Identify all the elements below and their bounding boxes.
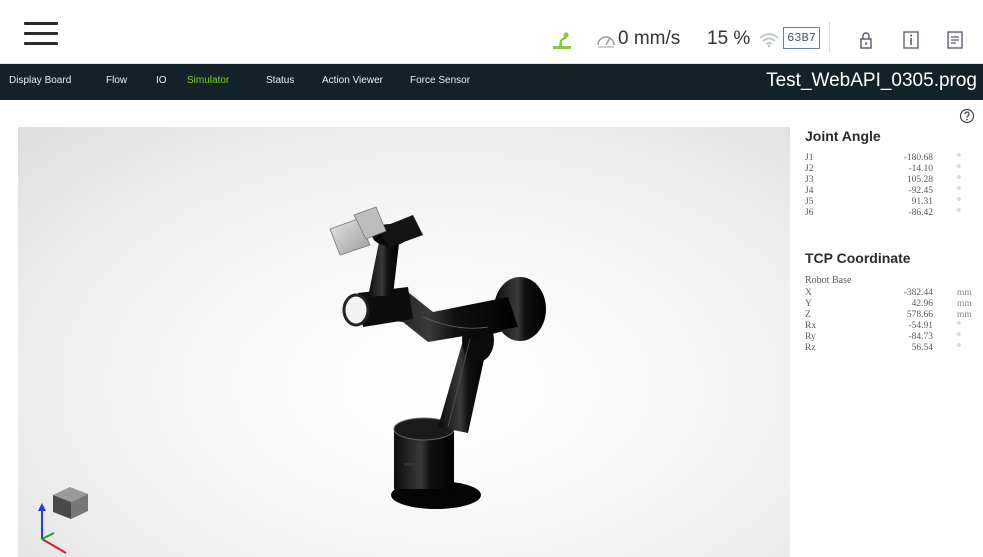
tcp-row-y: Y 42.96 mm: [805, 299, 972, 309]
tcp-row-ry: Ry -84.73 °: [805, 332, 961, 342]
document-icon[interactable]: [946, 30, 964, 50]
tcp-row-rx: Rx -54.91 °: [805, 321, 961, 331]
speed-percentage[interactable]: 15 %: [707, 28, 750, 50]
tcp-coordinate-title: TCP Coordinate: [805, 250, 911, 266]
tcp-row-rz: Rz 56.54 °: [805, 343, 961, 353]
tab-action-viewer[interactable]: Action Viewer: [322, 75, 383, 86]
speed-icon: [597, 36, 615, 48]
joint-row-j4: J4 -92.45 °: [805, 186, 961, 196]
help-icon[interactable]: [959, 108, 975, 124]
speed-readout: 0 mm/s: [618, 28, 681, 49]
info-panel: Joint Angle J1 -180.68 ° J2 -14.10 ° J3 105.2…: [791, 100, 983, 557]
ip-badge[interactable]: 63B7: [783, 27, 820, 49]
project-name: Test_WebAPI_0305.prog: [766, 70, 977, 91]
wifi-icon: [759, 33, 779, 48]
tcp-row-z: Z 578.66 mm: [805, 310, 972, 320]
tab-simulator[interactable]: Simulator: [187, 75, 229, 86]
robot-status-icon[interactable]: [551, 29, 573, 51]
robot-arm-model: [329, 206, 546, 509]
tab-display-board[interactable]: Display Board: [9, 75, 71, 86]
joint-row-j1: J1 -180.68 °: [805, 153, 961, 163]
tcp-row-x: X -382.44 mm: [805, 288, 972, 298]
lock-icon[interactable]: [857, 30, 875, 50]
menu-icon[interactable]: [24, 20, 58, 46]
tcp-frame-label: Robot Base: [805, 275, 852, 286]
joint-angle-title: Joint Angle: [805, 128, 881, 144]
joint-row-j6: J6 -86.42 °: [805, 208, 961, 218]
tab-flow[interactable]: Flow: [106, 75, 127, 86]
orientation-cube-icon[interactable]: [38, 487, 88, 554]
nav-bar: Display Board Flow IO Simulator Status A…: [0, 64, 983, 100]
toolbar-divider: [829, 22, 830, 52]
tab-io[interactable]: IO: [156, 75, 167, 86]
info-icon[interactable]: [902, 30, 920, 50]
tab-force-sensor[interactable]: Force Sensor: [410, 75, 470, 86]
joint-row-j5: J5 91.31 °: [805, 197, 961, 207]
top-toolbar: 0 mm/s 15 % 63B7: [0, 0, 983, 64]
simulator-viewport[interactable]: [18, 127, 790, 557]
joint-row-j3: J3 105.28 °: [805, 175, 961, 185]
tab-status[interactable]: Status: [266, 75, 294, 86]
joint-row-j2: J2 -14.10 °: [805, 164, 961, 174]
